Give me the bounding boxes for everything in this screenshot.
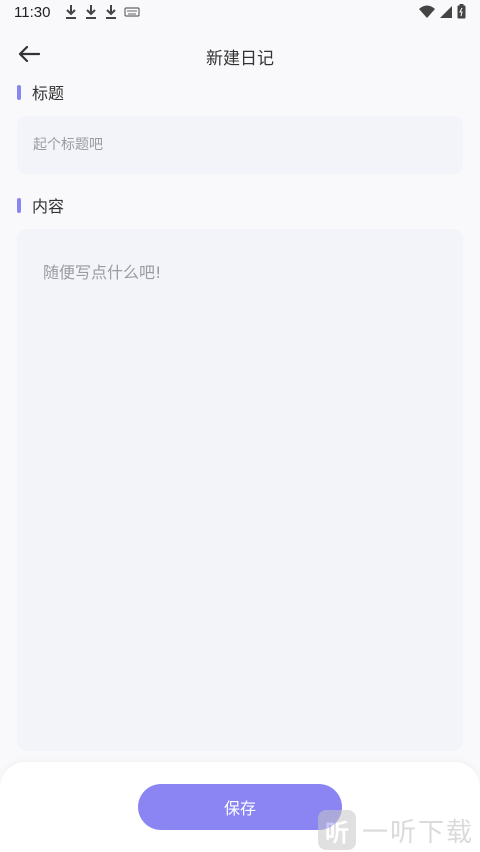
watermark: 听 一听下载 bbox=[317, 810, 474, 850]
watermark-text: 一听下载 bbox=[361, 817, 474, 848]
title-label: 标题 bbox=[32, 84, 65, 103]
status-bar: 11:30 bbox=[0, 0, 480, 26]
status-notifications bbox=[64, 4, 140, 20]
save-button[interactable]: 保存 bbox=[138, 784, 342, 830]
watermark-logo-icon: 听 bbox=[317, 810, 356, 850]
page-title: 新建日记 bbox=[206, 49, 274, 69]
download-icon bbox=[64, 4, 78, 20]
top-bar: 新建日记 bbox=[0, 34, 480, 78]
title-input[interactable] bbox=[17, 116, 463, 174]
content-label: 内容 bbox=[32, 197, 65, 216]
status-system-icons bbox=[419, 4, 466, 19]
keyboard-icon bbox=[124, 6, 140, 18]
section-accent-bar bbox=[17, 84, 21, 100]
title-section-label: 标题 bbox=[17, 80, 64, 104]
download-icon bbox=[104, 4, 118, 20]
wifi-icon bbox=[419, 5, 435, 19]
battery-icon bbox=[457, 4, 466, 19]
content-section-label: 内容 bbox=[17, 193, 64, 217]
status-time: 11:30 bbox=[14, 4, 51, 21]
section-accent-bar bbox=[17, 197, 21, 213]
signal-icon bbox=[439, 5, 453, 19]
content-textarea[interactable] bbox=[17, 229, 463, 751]
download-icon bbox=[84, 4, 98, 20]
